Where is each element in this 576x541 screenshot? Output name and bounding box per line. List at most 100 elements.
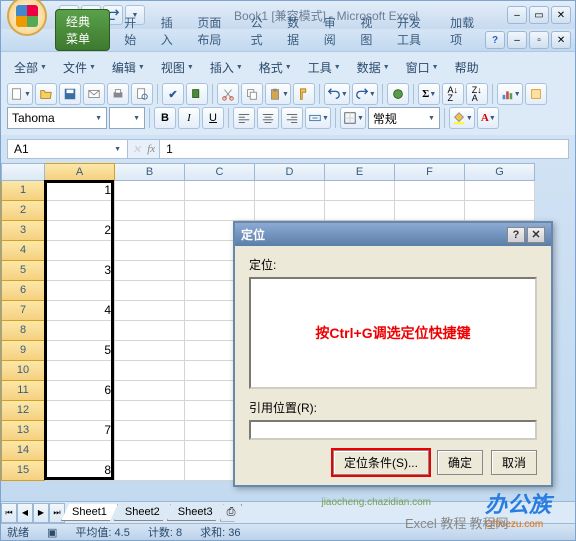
sheet-tab-3[interactable]: Sheet3 [167,504,224,521]
ribbon-min-button[interactable]: – [507,31,527,49]
sheet-tab-2[interactable]: Sheet2 [114,504,171,521]
name-box[interactable]: A1▼ [8,140,128,158]
reference-input[interactable] [249,420,537,440]
redo-icon-2[interactable]: ▼ [352,83,378,105]
cell[interactable]: 5 [45,341,115,361]
cell[interactable] [45,201,115,221]
tab-nav-prev-icon[interactable]: ◀ [17,503,33,523]
fill-color-icon[interactable]: ▼ [449,107,475,129]
col-header-F[interactable]: F [395,163,465,181]
col-header-A[interactable]: A [45,163,115,181]
ok-button[interactable]: 确定 [437,450,483,475]
tab-classic-menu[interactable]: 经典菜单 [55,9,110,51]
tab-nav-first-icon[interactable]: ⏮ [1,503,17,523]
cell[interactable] [115,381,185,401]
cell[interactable] [465,181,535,201]
menu-tools[interactable]: 工具▼ [301,56,348,79]
cell[interactable]: 4 [45,301,115,321]
tab-review[interactable]: 审阅 [314,11,351,51]
help-button[interactable]: ? [485,31,505,49]
align-right-icon[interactable] [281,107,303,129]
doc-close-button[interactable]: ✕ [551,31,571,49]
row-header-8[interactable]: 8 [1,321,45,341]
cell[interactable] [255,181,325,201]
cell[interactable] [185,181,255,201]
align-left-icon[interactable] [233,107,255,129]
menu-format[interactable]: 格式▼ [252,56,299,79]
cell[interactable] [115,461,185,481]
ribbon-restore-button[interactable]: ▫ [529,31,549,49]
tab-nav-next-icon[interactable]: ▶ [33,503,49,523]
sort-asc-icon[interactable]: A↓Z [442,83,464,105]
dialog-titlebar[interactable]: 定位 ? ✕ [235,223,551,246]
tab-insert[interactable]: 插入 [151,11,188,51]
record-macro-icon[interactable]: ▣ [47,526,57,539]
cell[interactable] [115,361,185,381]
cell[interactable] [45,361,115,381]
italic-icon[interactable]: I [178,107,200,129]
cell[interactable] [115,441,185,461]
row-header-2[interactable]: 2 [1,201,45,221]
chart-icon[interactable]: ▼ [497,83,523,105]
cell[interactable] [115,201,185,221]
cancel-edit-icon[interactable]: ✕ [132,143,141,156]
underline-icon[interactable]: U [202,107,224,129]
row-header-3[interactable]: 3 [1,221,45,241]
cell[interactable] [45,241,115,261]
menu-all[interactable]: 全部▼ [7,56,54,79]
cell[interactable]: 8 [45,461,115,481]
special-button[interactable]: 定位条件(S)... [333,450,429,475]
tab-home[interactable]: 开始 [114,11,151,51]
cell[interactable] [115,301,185,321]
cell[interactable]: 2 [45,221,115,241]
cell[interactable] [255,201,325,221]
fx-icon[interactable]: fx [147,143,155,155]
tab-addin[interactable]: 加载项 [440,11,485,51]
new-sheet-icon[interactable]: ⎙ [220,504,243,522]
font-size-select[interactable]: ▼ [109,107,145,129]
menu-window[interactable]: 窗口▼ [399,56,446,79]
row-header-11[interactable]: 11 [1,381,45,401]
select-all-corner[interactable] [1,163,45,181]
cell[interactable] [115,341,185,361]
bold-icon[interactable]: B [154,107,176,129]
close-button[interactable]: ✕ [551,6,571,24]
cell[interactable] [115,261,185,281]
cell[interactable] [325,181,395,201]
font-color-icon[interactable]: A▼ [477,107,499,129]
copy-icon[interactable] [241,83,263,105]
research-icon[interactable] [186,83,208,105]
autosum-icon[interactable]: Σ▼ [418,83,440,105]
paste-icon[interactable]: ▼ [265,83,291,105]
col-header-B[interactable]: B [115,163,185,181]
cell[interactable] [325,201,395,221]
row-header-15[interactable]: 15 [1,461,45,481]
sort-desc-icon[interactable]: Z↓A [466,83,488,105]
cell[interactable]: 7 [45,421,115,441]
tab-data[interactable]: 数据 [277,11,314,51]
align-center-icon[interactable] [257,107,279,129]
tab-view[interactable]: 视图 [350,11,387,51]
menu-help[interactable]: 帮助 [448,56,486,79]
row-header-12[interactable]: 12 [1,401,45,421]
cancel-button[interactable]: 取消 [491,450,537,475]
hyperlink-icon[interactable] [387,83,409,105]
font-name-select[interactable]: Tahoma▼ [7,107,107,129]
dialog-help-icon[interactable]: ? [507,227,525,243]
restore-button[interactable]: ▭ [529,6,549,24]
cell[interactable] [115,181,185,201]
cell[interactable] [115,401,185,421]
undo-icon-2[interactable]: ▼ [324,83,350,105]
menu-data[interactable]: 数据▼ [350,56,397,79]
row-header-5[interactable]: 5 [1,261,45,281]
border-icon[interactable]: ▼ [340,107,366,129]
row-header-13[interactable]: 13 [1,421,45,441]
cut-icon[interactable] [217,83,239,105]
mail-icon[interactable] [83,83,105,105]
row-header-9[interactable]: 9 [1,341,45,361]
cell[interactable] [185,201,255,221]
cell[interactable] [115,221,185,241]
cell[interactable]: 1 [45,181,115,201]
cell[interactable] [45,281,115,301]
cell[interactable] [465,201,535,221]
